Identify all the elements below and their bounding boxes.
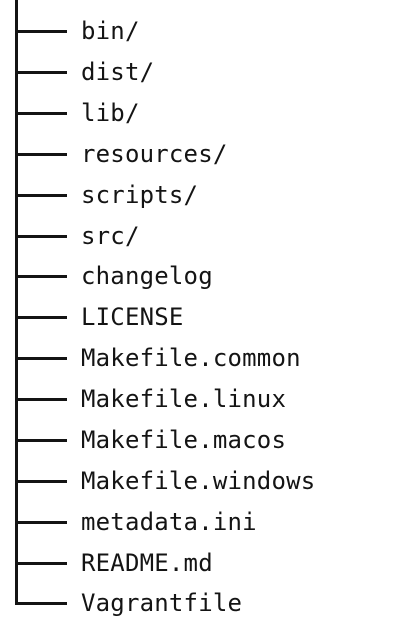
branch-line [15,153,67,156]
entry-label: Makefile.linux [81,385,287,413]
entry-label: resources/ [81,140,228,168]
entry-label: bin/ [81,17,140,45]
branch-line [15,602,67,605]
branch-line [15,316,67,319]
entry-label: Vagrantfile [81,589,243,617]
entry-label: Makefile.windows [81,467,316,495]
tree-entry-vagrantfile[interactable]: Vagrantfile [0,589,414,617]
tree-entry-dist[interactable]: dist/ [0,58,414,86]
entry-label: Makefile.macos [81,426,287,454]
branch-line [15,194,67,197]
tree-entry-src[interactable]: src/ [0,222,414,250]
tree-entry-makefile-macos[interactable]: Makefile.macos [0,426,414,454]
branch-line [15,562,67,565]
tree-entry-resources[interactable]: resources/ [0,140,414,168]
directory-tree: bin/ dist/ lib/ resources/ scripts/ src/… [0,0,414,643]
branch-line [15,112,67,115]
tree-entry-makefile-linux[interactable]: Makefile.linux [0,385,414,413]
tree-entry-changelog[interactable]: changelog [0,262,414,290]
branch-line [15,357,67,360]
entry-label: README.md [81,549,213,577]
branch-line [15,439,67,442]
branch-line [15,480,67,483]
tree-entry-bin[interactable]: bin/ [0,17,414,45]
entry-label: scripts/ [81,181,199,209]
entry-label: changelog [81,262,213,290]
tree-entry-readme[interactable]: README.md [0,549,414,577]
branch-line [15,398,67,401]
entry-label: LICENSE [81,303,184,331]
entry-label: Makefile.common [81,344,301,372]
entry-label: lib/ [81,99,140,127]
entry-label: dist/ [81,58,155,86]
branch-line [15,30,67,33]
branch-line [15,71,67,74]
branch-line [15,275,67,278]
tree-entry-license[interactable]: LICENSE [0,303,414,331]
tree-entry-makefile-common[interactable]: Makefile.common [0,344,414,372]
entry-label: metadata.ini [81,508,257,536]
branch-line [15,521,67,524]
branch-line [15,235,67,238]
tree-entry-lib[interactable]: lib/ [0,99,414,127]
tree-entry-makefile-windows[interactable]: Makefile.windows [0,467,414,495]
entry-label: src/ [81,222,140,250]
tree-entry-scripts[interactable]: scripts/ [0,181,414,209]
tree-entry-metadata[interactable]: metadata.ini [0,508,414,536]
